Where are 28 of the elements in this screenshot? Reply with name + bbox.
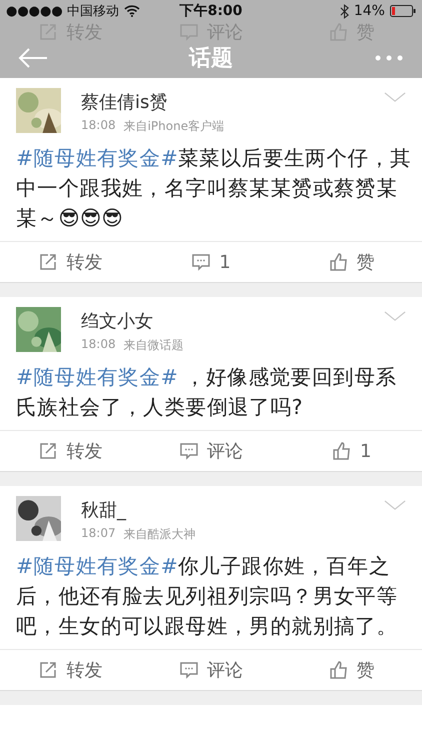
comment-button[interactable]: 评论: [140, 650, 282, 690]
user-name[interactable]: 绉文小女: [81, 309, 184, 333]
post-source: 来自微话题: [124, 337, 184, 354]
hashtag-link[interactable]: #随母姓有奖金#: [16, 554, 178, 578]
comment-button[interactable]: 1: [140, 242, 282, 282]
post-source: 来自iPhone客户端: [124, 118, 224, 135]
user-name[interactable]: 蔡佳倩is赟: [81, 90, 224, 114]
battery-percent: 14%: [354, 3, 385, 19]
hashtag-link[interactable]: #随母姓有奖金#: [16, 365, 178, 389]
post-time: 18:08: [81, 337, 116, 353]
repost-button[interactable]: 转发: [0, 242, 141, 282]
post-text: #随母姓有奖金#你儿子跟你姓，百年之后，他还有脸去见列祖列宗吗？男女平等吧，生女的可以跟母姓，男的就别搞了。: [15, 553, 399, 640]
status-time: 下午8:00: [180, 2, 242, 20]
like-button[interactable]: 赞: [281, 650, 422, 690]
repost-button[interactable]: 转发: [0, 431, 141, 471]
post-time: 18:07: [81, 526, 116, 542]
carrier-label: ●●●●● 中国移动: [6, 3, 119, 20]
like-button[interactable]: 赞: [281, 242, 422, 282]
like-button[interactable]: 1: [281, 431, 422, 471]
comment-button[interactable]: 评论: [140, 431, 282, 471]
repost-button[interactable]: 转发: [0, 650, 141, 690]
page-title: 话题: [189, 45, 233, 73]
post-text: #随母姓有奖金# ，好像感觉要回到母系氏族社会了，人类要倒退了吗?: [15, 364, 398, 421]
hashtag-link[interactable]: #随母姓有奖金#: [16, 146, 178, 170]
post-source: 来自酷派大神: [124, 526, 196, 543]
user-name[interactable]: 秋甜_: [81, 498, 196, 522]
post-text: #随母姓有奖金#菜菜以后要生两个仔，其中一个跟我姓，名字叫蔡某某赟或蔡赟某某～😎😎😎: [15, 145, 412, 232]
post-time: 18:08: [81, 118, 116, 134]
